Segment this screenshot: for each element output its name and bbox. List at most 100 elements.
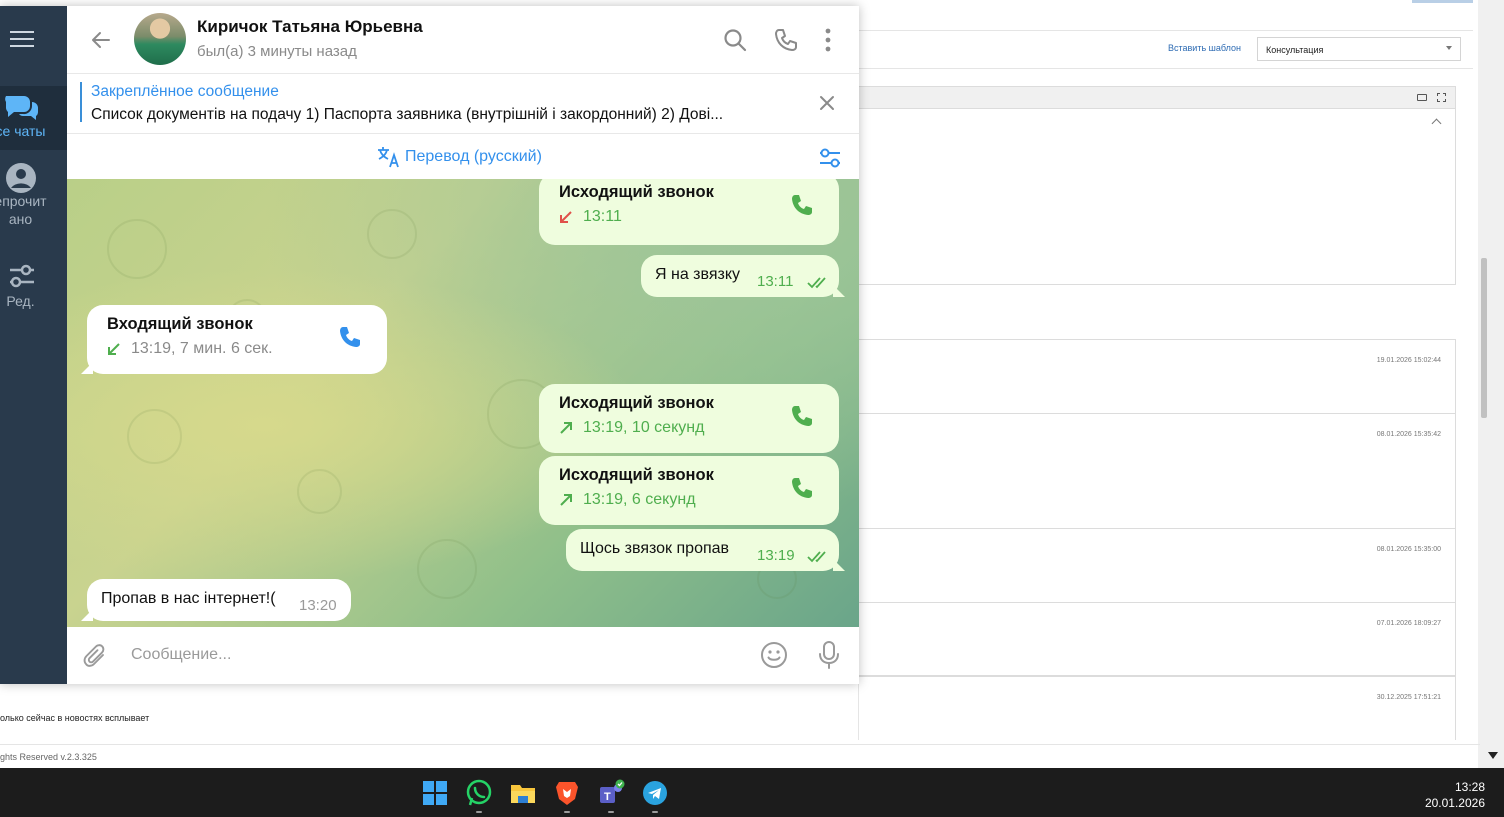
folder-label: Ред. (6, 293, 35, 309)
history-row[interactable]: 30.12.2025 17:51:21 (858, 676, 1456, 740)
clock-date[interactable]: 20.01.2026 (1425, 796, 1485, 810)
template-select-value: Консультация (1266, 45, 1324, 55)
history-row[interactable]: 07.01.2026 18:09:27 (858, 602, 1456, 676)
text-message[interactable]: Пропав в нас інтернет!( 13:20 (81, 579, 351, 621)
folder-label: се чаты (0, 123, 46, 139)
paperclip-icon[interactable] (83, 643, 109, 669)
teams-icon[interactable]: T (597, 779, 625, 807)
scrollbar-thumb[interactable] (1481, 258, 1487, 418)
close-icon[interactable] (818, 94, 836, 112)
pinned-indicator (80, 82, 82, 122)
call-message[interactable]: Исходящий звонок 13:19, 10 секунд (539, 384, 839, 453)
outgoing-call-arrow-icon (560, 494, 572, 506)
translate-bar: Перевод (русский) (67, 133, 859, 179)
taskbar: T 13:28 20.01.2026 (0, 768, 1504, 817)
translate-settings-icon[interactable] (818, 147, 842, 169)
wallpaper-doodle (297, 469, 342, 514)
keyboard-icon[interactable] (1417, 94, 1427, 101)
unread-icon (0, 160, 67, 193)
emoji-icon[interactable] (760, 641, 788, 669)
text-editor[interactable] (858, 86, 1456, 285)
running-indicator (652, 811, 658, 813)
translate-icon (378, 147, 399, 168)
chats-icon (0, 90, 67, 122)
message-text: Я на звязку (655, 266, 741, 283)
message-text: Щось звязок пропав (580, 540, 730, 557)
call-title: Исходящий звонок (559, 466, 714, 484)
text-message[interactable]: Я на звязку 13:11 (641, 255, 845, 297)
top-action-button[interactable] (1412, 0, 1473, 3)
call-title: Исходящий звонок (559, 394, 714, 412)
phone-icon[interactable] (789, 403, 815, 429)
history-date: 19.01.2026 15:02:44 (1376, 357, 1441, 364)
call-message[interactable]: Исходящий звонок 13:19, 6 секунд (539, 456, 839, 525)
call-meta: 13:19, 6 секунд (583, 491, 696, 508)
search-icon[interactable] (722, 27, 748, 53)
phone-call-icon[interactable] (773, 27, 799, 53)
running-indicator (564, 811, 570, 813)
chat-header: Киричок Татьяна Юрьевна был(а) 3 минуты … (67, 6, 859, 73)
microphone-icon[interactable] (817, 640, 841, 670)
whatsapp-icon[interactable] (465, 779, 493, 807)
folder-edit[interactable]: Ред. (0, 260, 67, 320)
message-list[interactable]: Исходящий звонок 13:11 Я на звязку 13:11 (67, 179, 859, 627)
history-date: 30.12.2025 17:51:21 (1376, 694, 1441, 701)
svg-text:T: T (604, 791, 611, 803)
pinned-message-bar[interactable]: Закреплённое сообщение Список документів… (67, 73, 859, 133)
telegram-window: се чаты епрочит ано Ред. (0, 6, 859, 684)
message-text: Пропав в нас інтернет!( (101, 590, 276, 607)
phone-icon[interactable] (789, 192, 815, 218)
hamburger-menu-icon[interactable] (10, 31, 34, 47)
pinned-title: Закреплённое сообщение (91, 83, 279, 100)
chevron-down-icon (1446, 46, 1452, 50)
footer-copyright: ghts Reserved v.2.3.325 (0, 752, 97, 762)
page-scrollbar[interactable] (1478, 0, 1504, 768)
translate-button[interactable]: Перевод (русский) (377, 146, 542, 168)
more-vertical-icon[interactable] (815, 27, 841, 53)
insert-template-link[interactable]: Вставить шаблон (1168, 43, 1241, 53)
news-snippet: олько сейчас в новостях всплывает (0, 713, 150, 723)
avatar[interactable] (134, 13, 186, 65)
chat-title[interactable]: Киричок Татьяна Юрьевна (197, 17, 423, 37)
double-check-icon (807, 277, 826, 289)
divider (858, 68, 1473, 69)
history-date: 08.01.2026 15:35:00 (1376, 546, 1441, 553)
telegram-icon[interactable] (641, 779, 669, 807)
scroll-down-arrow-icon[interactable] (1488, 752, 1498, 759)
text-message[interactable]: Щось звязок пропав 13:19 (566, 529, 845, 571)
message-composer (67, 627, 859, 684)
double-check-icon (807, 551, 826, 563)
history-row[interactable]: 19.01.2026 15:02:44 (858, 339, 1456, 413)
chevron-up-icon[interactable] (1431, 118, 1442, 129)
call-meta: 13:11 (583, 208, 622, 225)
wallpaper-doodle (367, 209, 417, 259)
history-row[interactable]: 08.01.2026 15:35:00 (858, 528, 1456, 602)
folder-unread[interactable]: епрочит ано (0, 160, 67, 240)
pinned-text: Список документів на подачу 1) Паспорта … (91, 106, 724, 123)
message-time: 13:20 (299, 597, 337, 614)
missed-call-arrow-icon (560, 211, 572, 223)
edit-folders-icon (0, 260, 67, 292)
last-seen-status: был(а) 3 минуты назад (197, 43, 357, 60)
history-row[interactable]: 08.01.2026 15:35:42 (858, 413, 1456, 528)
folder-label: епрочит ано (0, 193, 47, 227)
phone-icon[interactable] (337, 324, 363, 350)
brave-icon[interactable] (553, 779, 581, 807)
footer-divider (0, 744, 1480, 745)
editor-toolbar (859, 87, 1455, 109)
running-indicator (476, 811, 482, 813)
template-select[interactable]: Консультация (1257, 37, 1461, 61)
windows-start-icon[interactable] (421, 779, 449, 807)
back-arrow-icon[interactable] (89, 28, 113, 52)
clock-time[interactable]: 13:28 (1455, 780, 1485, 794)
call-message[interactable]: Входящий звонок 13:19, 7 мин. 6 сек. (81, 305, 387, 374)
wallpaper-doodle (417, 539, 477, 599)
wallpaper-doodle (127, 409, 182, 464)
folder-all-chats[interactable]: се чаты (0, 86, 67, 150)
file-explorer-icon[interactable] (509, 779, 537, 807)
fullscreen-icon[interactable] (1437, 93, 1446, 102)
message-input[interactable] (131, 639, 731, 671)
phone-icon[interactable] (789, 475, 815, 501)
call-message[interactable]: Исходящий звонок 13:11 (539, 179, 839, 245)
call-title: Исходящий звонок (559, 183, 714, 201)
